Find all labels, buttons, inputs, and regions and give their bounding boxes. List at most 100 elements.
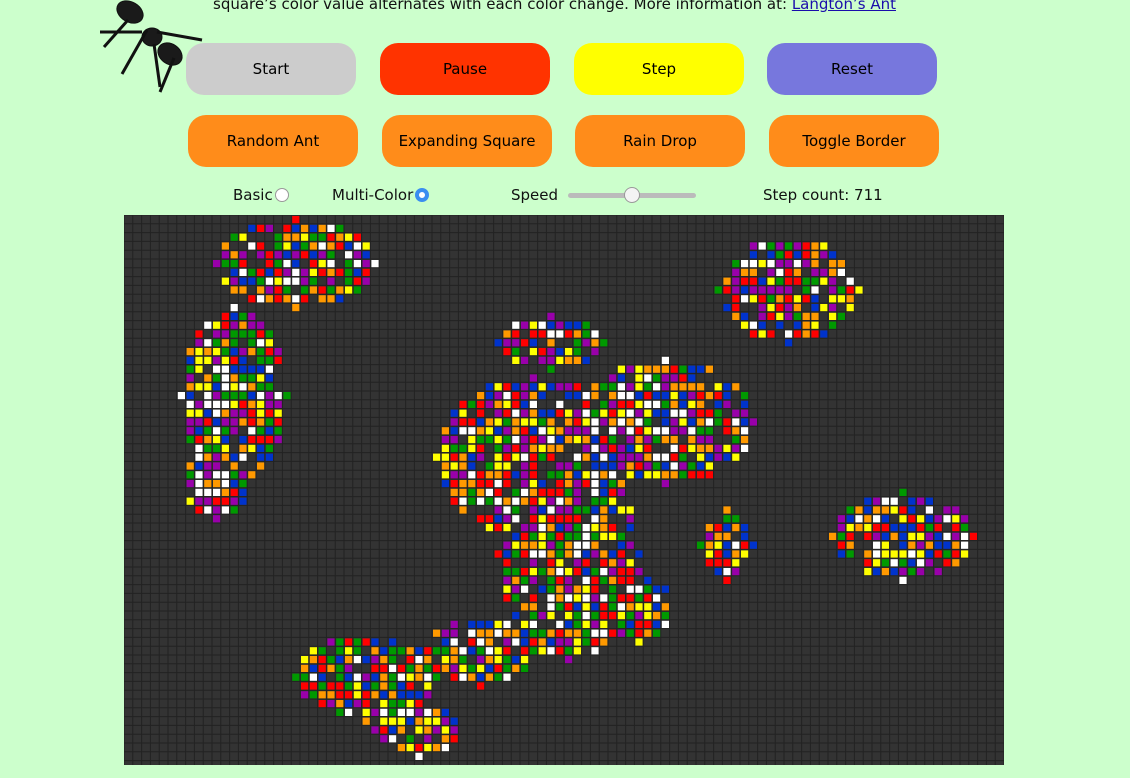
grid-cell [424, 647, 432, 655]
grid-cell [230, 488, 238, 496]
grid-cell [415, 717, 423, 725]
grid-cell [899, 576, 907, 584]
grid-cell [591, 462, 599, 470]
grid-cell [327, 682, 335, 690]
grid-cell [397, 647, 405, 655]
grid-cell [318, 700, 326, 708]
grid-cell [380, 717, 388, 725]
ant-grid-board[interactable] [124, 215, 1004, 765]
random-ant-button[interactable]: Random Ant [188, 115, 358, 167]
grid-cell [494, 497, 502, 505]
grid-cell [292, 242, 300, 250]
grid-cell [600, 506, 608, 514]
grid-cell [257, 242, 265, 250]
grid-cell [714, 550, 722, 558]
grid-cell [547, 638, 555, 646]
grid-cell [424, 726, 432, 734]
grid-cell [617, 559, 625, 567]
grid-cell [556, 647, 564, 655]
grid-cell [837, 286, 845, 294]
grid-cell [697, 541, 705, 549]
grid-cell [529, 620, 537, 628]
grid-cell [617, 620, 625, 628]
grid-cell [494, 339, 502, 347]
grid-cell [397, 673, 405, 681]
grid-cell [565, 471, 573, 479]
pause-button[interactable]: Pause [380, 43, 550, 95]
grid-cell [538, 488, 546, 496]
grid-cell [345, 242, 353, 250]
step-button[interactable]: Step [574, 43, 744, 95]
grid-cell [318, 268, 326, 276]
grid-cell [644, 576, 652, 584]
grid-cell [424, 682, 432, 690]
grid-cell [441, 717, 449, 725]
grid-cell [565, 506, 573, 514]
grid-cell [547, 585, 555, 593]
grid-cell [556, 400, 564, 408]
expanding-square-button[interactable]: Expanding Square [382, 115, 552, 167]
grid-cell [573, 638, 581, 646]
grid-cell [380, 656, 388, 664]
speed-slider-thumb[interactable] [624, 186, 641, 203]
multicolor-radio[interactable] [415, 188, 430, 202]
mode-basic[interactable]: Basic [233, 186, 289, 204]
mode-multicolor[interactable]: Multi-Color [332, 186, 430, 204]
grid-canvas[interactable] [124, 215, 1004, 765]
grid-cell [890, 497, 898, 505]
grid-cell [450, 444, 458, 452]
grid-cell [239, 356, 247, 364]
grid-cell [556, 532, 564, 540]
grid-cell [785, 268, 793, 276]
grid-cell [582, 550, 590, 558]
grid-cell [617, 392, 625, 400]
grid-cell [309, 268, 317, 276]
grid-cell [221, 356, 229, 364]
grid-cell [556, 427, 564, 435]
grid-cell [565, 612, 573, 620]
grid-cell [793, 260, 801, 268]
grid-cell [239, 330, 247, 338]
grid-cell [512, 339, 520, 347]
grid-cell [459, 480, 467, 488]
grid-cell [547, 506, 555, 514]
basic-radio[interactable] [274, 188, 289, 202]
grid-cell [952, 550, 960, 558]
grid-cell [336, 295, 344, 303]
grid-cell [547, 453, 555, 461]
langtons-ant-link[interactable]: Langton’s Ant [792, 0, 896, 13]
grid-cell [503, 664, 511, 672]
grid-cell [837, 515, 845, 523]
grid-cell [389, 664, 397, 672]
grid-cell [336, 682, 344, 690]
grid-cell [547, 409, 555, 417]
grid-cell [292, 224, 300, 232]
grid-cell [600, 497, 608, 505]
grid-cell [239, 277, 247, 285]
rain-drop-button[interactable]: Rain Drop [575, 115, 745, 167]
grid-cell [512, 664, 520, 672]
grid-cell [732, 550, 740, 558]
grid-cell [521, 418, 529, 426]
grid-cell [547, 339, 555, 347]
grid-cell [301, 673, 309, 681]
grid-cell [609, 612, 617, 620]
grid-cell [626, 436, 634, 444]
grid-cell [609, 400, 617, 408]
grid-cell [318, 656, 326, 664]
toggle-border-button[interactable]: Toggle Border [769, 115, 939, 167]
grid-cell [301, 277, 309, 285]
grid-cell [512, 356, 520, 364]
speed-slider[interactable] [568, 186, 697, 203]
reset-button[interactable]: Reset [767, 43, 937, 95]
step-count: Step count: 711 [763, 186, 883, 204]
grid-cell [459, 497, 467, 505]
start-button[interactable]: Start [186, 43, 356, 95]
grid-cell [213, 409, 221, 417]
grid-cell [248, 268, 256, 276]
grid-cell [186, 480, 194, 488]
grid-cell [714, 392, 722, 400]
grid-cell [503, 497, 511, 505]
grid-cell [890, 506, 898, 514]
grid-cell [274, 418, 282, 426]
